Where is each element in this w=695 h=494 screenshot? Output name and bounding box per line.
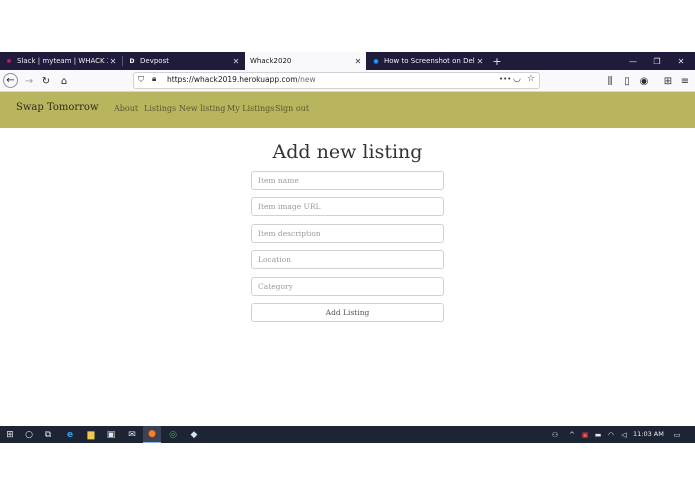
tab-title: Whack2020 <box>250 57 292 65</box>
menu-icon[interactable]: ≡ <box>677 73 693 89</box>
site-brand[interactable]: Swap Tomorrow <box>16 102 99 113</box>
people-icon[interactable]: ⚇ <box>548 426 562 443</box>
tab-close-icon[interactable]: ✕ <box>108 57 118 66</box>
page-actions-icon[interactable]: ••• <box>499 75 511 83</box>
mail-icon[interactable]: ✉ <box>123 426 141 443</box>
nav-new-listing[interactable]: New listing <box>179 104 225 113</box>
devpost-icon: D <box>129 57 135 65</box>
task-view-icon[interactable]: ⧉ <box>39 426 57 443</box>
page-title: Add new listing <box>272 141 423 163</box>
nav-about[interactable]: About <box>114 104 138 113</box>
url-path: /new <box>297 75 316 84</box>
tab-screenshot-dell[interactable]: ● How to Screenshot on Dell Laptop ✕ <box>367 52 488 70</box>
slack-icon: ✱ <box>6 57 12 65</box>
tab-close-icon[interactable]: ✕ <box>353 57 363 66</box>
tab-title: Slack | myteam | WHACK 2019 <box>17 57 108 65</box>
nav-my-listings[interactable]: My Listings <box>227 104 274 113</box>
url-bar[interactable]: ⛉ 🔒︎ https://whack2019.herokuapp.com/new… <box>133 72 540 89</box>
reload-icon[interactable]: ↻ <box>38 73 54 89</box>
taskbar-clock[interactable]: 11:03 AM <box>633 430 664 438</box>
volume-icon[interactable]: ◁ <box>618 426 630 443</box>
new-tab-button[interactable]: + <box>488 52 506 70</box>
shield-icon[interactable]: ⛉ <box>138 75 144 85</box>
tab-title: Devpost <box>140 57 169 65</box>
cortana-icon[interactable]: ○ <box>20 426 38 443</box>
item-name-input[interactable] <box>251 171 444 190</box>
forward-icon[interactable]: → <box>21 73 37 89</box>
url-text[interactable]: https://whack2019.herokuapp.com/new <box>167 75 316 84</box>
tab-close-icon[interactable]: ✕ <box>231 57 241 66</box>
top-blank-margin <box>0 0 695 52</box>
minimize-icon[interactable]: — <box>621 52 645 70</box>
category-input[interactable] <box>251 277 444 296</box>
browser-navigation-toolbar: ← → ↻ ⌂ ⛉ 🔒︎ https://whack2019.herokuapp… <box>0 70 695 92</box>
chrome-icon[interactable]: ◎ <box>164 426 182 443</box>
firefox-icon[interactable]: ● <box>143 426 161 443</box>
library-icon[interactable]: ⫼ <box>602 73 618 89</box>
tab-devpost[interactable]: D Devpost ✕ <box>123 52 244 70</box>
url-host: https://whack2019.herokuapp.com <box>167 75 298 84</box>
restore-icon[interactable]: ❐ <box>645 52 669 70</box>
home-icon[interactable]: ⌂ <box>56 73 72 89</box>
add-listing-button[interactable]: Add Listing <box>251 303 444 322</box>
edge-favicon-icon: ● <box>373 57 379 65</box>
battery-icon[interactable]: ▬ <box>592 426 604 443</box>
notification-center-icon[interactable]: ▭ <box>670 426 684 443</box>
tab-title: How to Screenshot on Dell Laptop <box>384 57 475 65</box>
item-image-url-input[interactable] <box>251 197 444 216</box>
account-icon[interactable]: ◉ <box>636 73 652 89</box>
edge-icon[interactable]: e <box>61 426 79 443</box>
window-close-icon[interactable]: ✕ <box>669 52 693 70</box>
tab-whack2020[interactable]: Whack2020 ✕ <box>245 52 366 70</box>
tab-slack[interactable]: ✱ Slack | myteam | WHACK 2019 ✕ <box>0 52 121 70</box>
wifi-icon[interactable]: ◠ <box>605 426 617 443</box>
bottom-blank-margin <box>0 443 695 494</box>
sidebar-icon[interactable]: ▯ <box>619 73 635 89</box>
location-input[interactable] <box>251 250 444 269</box>
browser-tab-strip: ✱ Slack | myteam | WHACK 2019 ✕ D Devpos… <box>0 52 695 70</box>
windows-taskbar: ⊞ ○ ⧉ e ▆ ▣ ✉ ● ◎ ◆ ⚇ ^ ▣ ▬ ◠ ◁ 11:03 AM… <box>0 426 695 443</box>
tab-close-icon[interactable]: ✕ <box>475 57 485 66</box>
nav-sign-out[interactable]: Sign out <box>275 104 309 113</box>
store-icon[interactable]: ▣ <box>102 426 120 443</box>
app-icon[interactable]: ◆ <box>185 426 203 443</box>
back-icon[interactable]: ← <box>3 73 18 88</box>
pocket-icon[interactable]: ◡ <box>513 74 521 84</box>
antivirus-icon[interactable]: ▣ <box>579 426 591 443</box>
site-navbar: Swap Tomorrow About Listings New listing… <box>0 92 695 128</box>
lock-icon[interactable]: 🔒︎ <box>152 74 156 84</box>
item-description-input[interactable] <box>251 224 444 243</box>
file-explorer-icon[interactable]: ▆ <box>82 426 100 443</box>
nav-listings[interactable]: Listings <box>144 104 176 113</box>
extensions-icon[interactable]: ⊞ <box>660 73 676 89</box>
show-hidden-icons-icon[interactable]: ^ <box>566 426 578 443</box>
start-icon[interactable]: ⊞ <box>0 426 20 443</box>
bookmark-star-icon[interactable]: ☆ <box>527 74 535 84</box>
